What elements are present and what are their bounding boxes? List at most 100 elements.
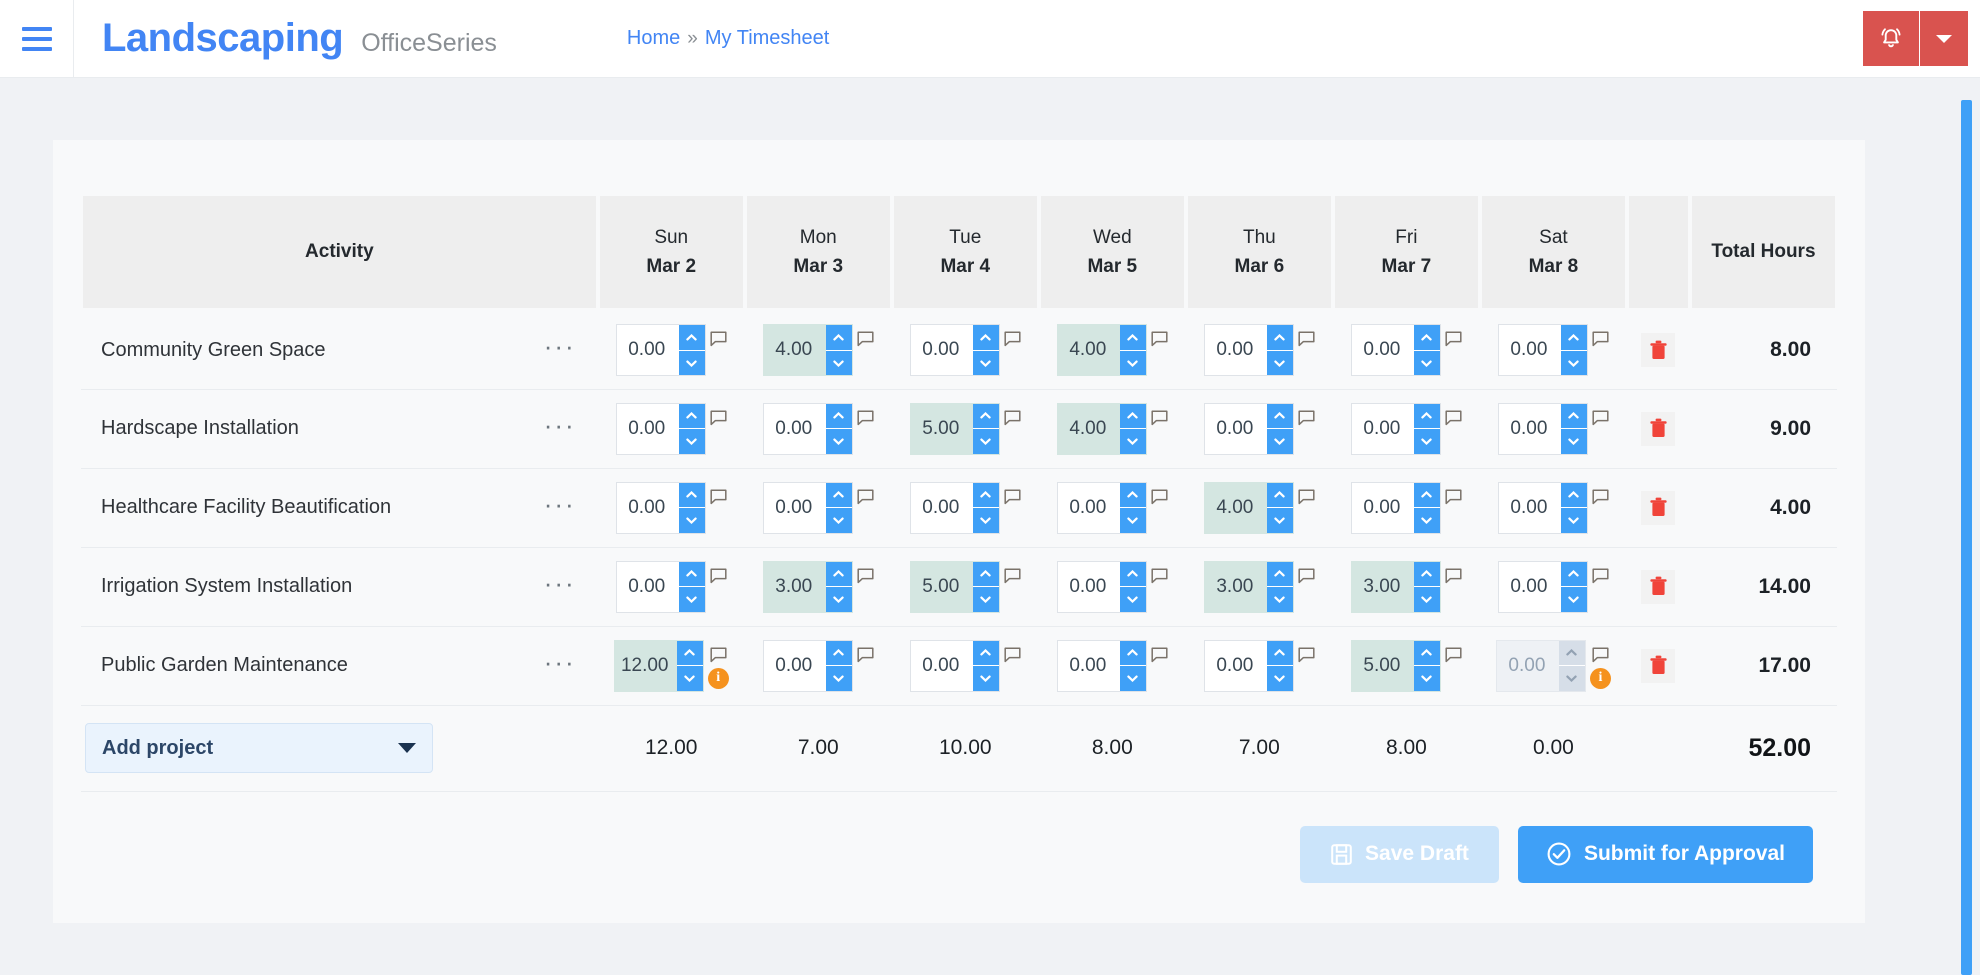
hours-stepper[interactable]: 0.00 — [615, 481, 706, 534]
info-warning-icon[interactable]: i — [707, 667, 729, 689]
stepper-decrement-button[interactable] — [1413, 508, 1440, 533]
stepper-decrement-button[interactable] — [678, 429, 705, 454]
notifications-dropdown-button[interactable] — [1920, 11, 1968, 66]
hours-value[interactable]: 5.00 — [1352, 641, 1414, 691]
stepper-increment-button[interactable] — [825, 325, 852, 351]
hours-stepper[interactable]: 0.00 — [1350, 402, 1441, 455]
hours-stepper[interactable]: 5.00 — [1350, 639, 1441, 692]
comment-flag-icon[interactable] — [1298, 488, 1315, 505]
hours-value[interactable]: 0.00 — [1205, 641, 1267, 691]
comment-flag-icon[interactable] — [1445, 488, 1462, 505]
hours-stepper[interactable]: 0.00 — [1497, 402, 1588, 455]
stepper-increment-button[interactable] — [1266, 325, 1293, 351]
hours-stepper[interactable]: 0.00 — [762, 481, 853, 534]
hours-value[interactable]: 0.00 — [1352, 325, 1414, 375]
comment-flag-icon[interactable] — [1004, 409, 1021, 426]
hours-stepper[interactable]: 0.00 — [1497, 481, 1588, 534]
hours-value[interactable]: 0.00 — [764, 641, 826, 691]
delete-row-button[interactable] — [1641, 490, 1676, 525]
hours-stepper[interactable]: 0.00 — [615, 402, 706, 455]
comment-flag-icon[interactable] — [1298, 646, 1315, 663]
hours-value[interactable]: 4.00 — [1058, 325, 1120, 375]
comment-flag-icon[interactable] — [1592, 488, 1609, 505]
submit-for-approval-button[interactable]: Submit for Approval — [1517, 825, 1813, 883]
delete-row-button[interactable] — [1641, 333, 1676, 368]
comment-flag-icon[interactable] — [1298, 331, 1315, 347]
stepper-decrement-button[interactable] — [825, 508, 852, 533]
stepper-increment-button[interactable] — [1560, 325, 1587, 351]
stepper-decrement-button[interactable] — [972, 350, 999, 376]
comment-flag-icon[interactable] — [857, 646, 874, 663]
stepper-decrement-button[interactable] — [972, 508, 999, 533]
hours-stepper[interactable]: 0.00 — [1497, 560, 1588, 613]
hours-value[interactable]: 12.00 — [615, 641, 677, 691]
stepper-increment-button[interactable] — [1119, 403, 1146, 429]
breadcrumb-current-link[interactable]: My Timesheet — [705, 27, 829, 50]
stepper-increment-button[interactable] — [1119, 561, 1146, 587]
stepper-decrement-button[interactable] — [825, 429, 852, 454]
comment-flag-icon[interactable] — [1445, 409, 1462, 426]
stepper-increment-button[interactable] — [1119, 640, 1146, 666]
hours-stepper[interactable]: 0.00 — [1203, 324, 1294, 377]
row-menu-button[interactable]: ··· — [544, 649, 576, 677]
stepper-increment-button[interactable] — [1413, 561, 1440, 587]
comment-flag-icon[interactable] — [1592, 409, 1609, 426]
row-menu-button[interactable]: ··· — [544, 412, 576, 440]
comment-flag-icon[interactable] — [1004, 567, 1021, 584]
hours-value[interactable]: 0.00 — [1058, 483, 1120, 533]
comment-flag-icon[interactable] — [857, 567, 874, 584]
stepper-increment-button[interactable] — [825, 561, 852, 587]
stepper-increment-button[interactable] — [1560, 561, 1587, 587]
stepper-decrement-button[interactable] — [1266, 508, 1293, 533]
hours-stepper[interactable]: 0.00 — [762, 402, 853, 455]
comment-flag-icon[interactable] — [1445, 646, 1462, 663]
hours-value[interactable]: 0.00 — [1499, 404, 1561, 454]
hours-value[interactable]: 0.00 — [911, 483, 973, 533]
hours-value[interactable]: 0.00 — [1205, 325, 1267, 375]
stepper-decrement-button[interactable] — [1119, 587, 1146, 612]
stepper-increment-button[interactable] — [1266, 640, 1293, 666]
hamburger-menu-icon[interactable] — [0, 0, 74, 78]
stepper-decrement-button[interactable] — [1266, 429, 1293, 454]
comment-flag-icon[interactable] — [857, 409, 874, 426]
stepper-decrement-button[interactable] — [1119, 508, 1146, 533]
stepper-decrement-button[interactable] — [1413, 666, 1440, 691]
stepper-decrement-button[interactable] — [972, 666, 999, 691]
hours-stepper[interactable]: 3.00 — [1350, 560, 1441, 613]
comment-flag-icon[interactable] — [1004, 488, 1021, 505]
stepper-decrement-button[interactable] — [1119, 666, 1146, 691]
stepper-increment-button[interactable] — [1413, 403, 1440, 429]
hours-value[interactable]: 4.00 — [1058, 404, 1120, 454]
stepper-increment-button[interactable] — [1266, 403, 1293, 429]
stepper-increment-button[interactable] — [678, 325, 705, 351]
stepper-increment-button[interactable] — [1413, 640, 1440, 666]
comment-flag-icon[interactable] — [857, 331, 874, 347]
hours-value[interactable]: 3.00 — [1352, 562, 1414, 612]
hours-stepper[interactable]: 0.00 — [1350, 324, 1441, 377]
stepper-decrement-button[interactable] — [1560, 350, 1587, 376]
comment-flag-icon[interactable] — [1151, 331, 1168, 347]
hours-stepper[interactable]: 4.00 — [1056, 402, 1147, 455]
comment-flag-icon[interactable] — [1151, 409, 1168, 426]
hours-stepper[interactable]: 12.00 — [613, 639, 704, 692]
stepper-increment-button[interactable] — [972, 561, 999, 587]
hours-stepper[interactable]: 0.00 — [909, 324, 1000, 377]
hours-value[interactable]: 0.00 — [1058, 562, 1120, 612]
comment-flag-icon[interactable] — [1151, 646, 1168, 663]
hours-stepper[interactable]: 0.00 — [1056, 560, 1147, 613]
stepper-decrement-button[interactable] — [825, 350, 852, 376]
stepper-decrement-button[interactable] — [1266, 350, 1293, 376]
hours-value[interactable]: 0.00 — [764, 404, 826, 454]
comment-flag-icon[interactable] — [710, 409, 727, 426]
stepper-decrement-button[interactable] — [1266, 666, 1293, 691]
comment-flag-icon[interactable] — [1592, 567, 1609, 584]
stepper-decrement-button[interactable] — [1266, 587, 1293, 612]
stepper-decrement-button[interactable] — [825, 587, 852, 612]
delete-row-button[interactable] — [1641, 411, 1676, 446]
notifications-button[interactable] — [1863, 11, 1920, 66]
breadcrumb-home-link[interactable]: Home — [627, 27, 680, 50]
stepper-decrement-button[interactable] — [676, 666, 703, 691]
hours-stepper[interactable]: 4.00 — [1056, 324, 1147, 377]
hours-stepper[interactable]: 0.00 — [1497, 324, 1588, 377]
hours-value[interactable]: 0.00 — [1352, 483, 1414, 533]
